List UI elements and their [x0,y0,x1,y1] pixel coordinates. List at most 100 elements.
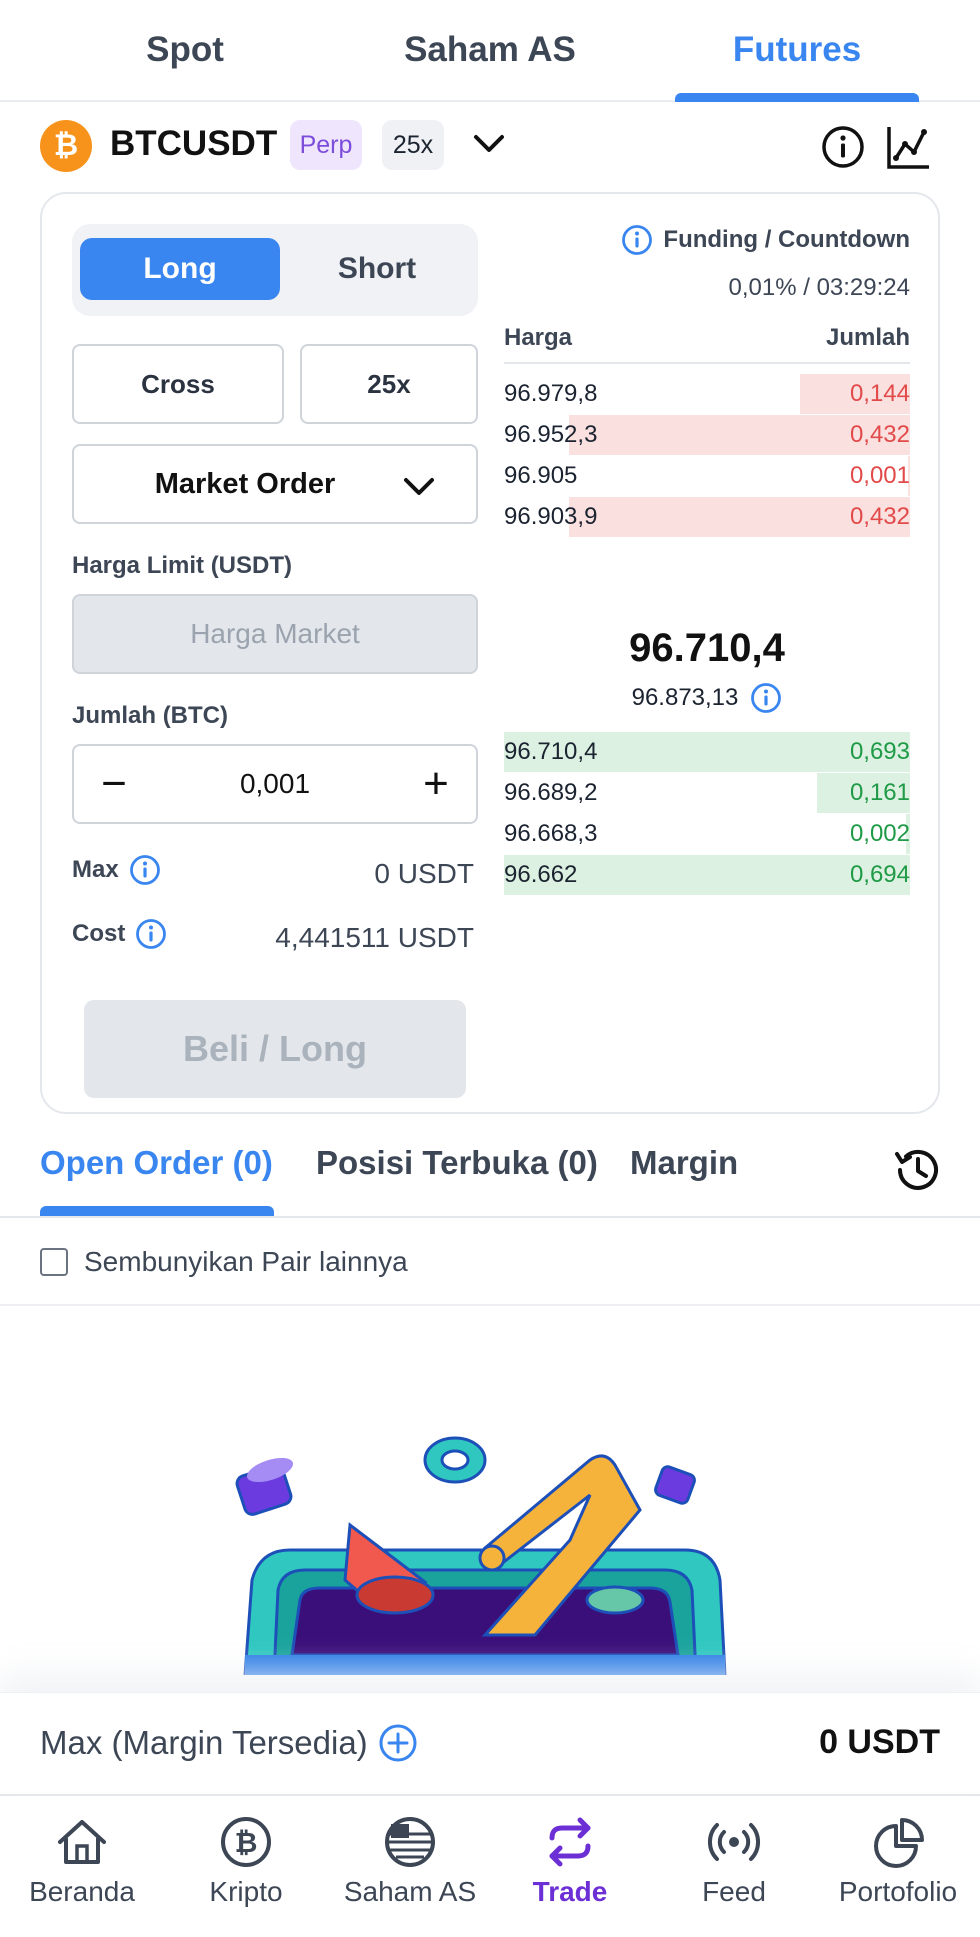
ask-row[interactable]: 96.952,3 0,432 [504,415,910,455]
leverage-button[interactable]: 25x [300,344,478,424]
bid-row[interactable]: 96.689,2 0,161 [504,773,910,813]
info-icon[interactable] [129,854,161,886]
bottom-navigation: Beranda ₿ Kripto Saham AS Trade Feed Por… [0,1794,980,1937]
tab-active-indicator [675,93,919,102]
info-icon[interactable] [135,918,167,950]
info-icon[interactable] [820,124,866,170]
decrease-button[interactable]: − [86,756,142,812]
chevron-down-icon[interactable] [472,132,506,156]
nav-portofolio[interactable]: Portofolio [818,1814,978,1908]
buy-long-button[interactable]: Beli / Long [84,1000,466,1098]
mark-price-row: 96.873,13 [504,682,910,714]
add-circle-icon[interactable] [378,1723,418,1763]
pie-chart-icon [874,1818,924,1868]
funding-value: 0,01% / 03:29:24 [728,274,910,301]
limit-price-label: Harga Limit (USDT) [72,552,293,579]
chevron-down-icon [404,478,434,495]
funding-header: Funding / Countdown [621,224,910,256]
bid-qty: 0,693 [849,738,910,765]
quantity-input[interactable]: 0,001 [164,746,386,822]
ask-qty: 0,432 [849,421,910,448]
hide-other-pairs-row: Sembunyikan Pair lainnya [0,1220,980,1306]
info-icon[interactable] [750,682,782,714]
ask-price: 96.903,9 [504,503,598,530]
bid-price: 96.710,4 [504,738,598,765]
order-type-label: Market Order [154,467,336,500]
tab-active-indicator [40,1206,274,1216]
bid-price: 96.689,2 [504,779,598,806]
max-margin-bar: Max (Margin Tersedia) 0 USDT [0,1692,980,1792]
trade-card: Long Short Cross 25x Market Order Harga … [40,192,940,1114]
tab-spot[interactable]: Spot [40,0,330,100]
history-icon[interactable] [892,1144,944,1196]
max-margin-value: 0 USDT [819,1723,940,1761]
quantity-stepper: − 0,001 + [72,744,478,824]
nav-kripto-label: Kripto [209,1876,283,1907]
nav-saham-as[interactable]: Saham AS [330,1814,490,1908]
cost-label: Cost [72,920,126,947]
bid-row[interactable]: 96.710,4 0,693 [504,732,910,772]
ask-price: 96.979,8 [504,380,598,407]
long-button[interactable]: Long [80,238,280,300]
info-icon[interactable] [621,224,653,256]
nav-feed[interactable]: Feed [654,1814,814,1908]
nav-trade[interactable]: Trade [490,1814,650,1908]
nav-beranda[interactable]: Beranda [2,1814,162,1908]
order-type-select[interactable]: Market Order [72,444,478,524]
limit-price-input[interactable]: Harga Market [72,594,478,674]
ask-row[interactable]: 96.905 0,001 [504,456,910,496]
increase-button[interactable]: + [408,756,464,812]
mark-price: 96.873,13 [631,684,739,711]
cost-value: 4,441511 USDT [275,922,474,953]
order-tabs: Open Order (0) Posisi Terbuka (0) Margin [0,1114,980,1218]
bitcoin-icon: ₿ [221,1817,271,1867]
pair-header: ₿ BTCUSDT Perp 25x [0,102,980,192]
leverage-badge: 25x [382,120,444,170]
ask-price: 96.905 [504,462,578,489]
bid-price: 96.662 [504,861,578,888]
qty-column-header: Jumlah [825,324,910,351]
nav-kripto[interactable]: ₿ Kripto [166,1814,326,1908]
ask-qty: 0,001 [849,462,910,489]
market-tabs: Spot Saham AS Futures [0,0,980,102]
tab-open-order[interactable]: Open Order (0) [40,1144,273,1182]
max-row-label: Max [72,854,161,886]
price-column-header: Harga [504,324,573,351]
ask-row[interactable]: 96.903,9 0,432 [504,497,910,537]
perp-badge: Perp [290,120,362,170]
tab-saham-as[interactable]: Saham AS [345,0,635,100]
max-margin-label: Max (Margin Tersedia) [40,1724,368,1761]
side-toggle: Long Short [72,224,478,316]
broadcast-icon [707,1823,761,1861]
svg-text:₿: ₿ [235,1826,258,1859]
hide-other-pairs-checkbox[interactable] [40,1248,68,1276]
cost-row-label: Cost [72,918,167,950]
short-button[interactable]: Short [284,238,470,300]
home-icon [58,1820,106,1864]
hide-other-pairs-label: Sembunyikan Pair lainnya [84,1246,408,1277]
ask-price: 96.952,3 [504,421,598,448]
nav-trade-label: Trade [532,1876,608,1907]
tab-open-positions[interactable]: Posisi Terbuka (0) [316,1144,598,1182]
max-value: 0 USDT [374,858,474,889]
bid-qty: 0,694 [849,861,910,888]
empty-state-illustration [235,1436,727,1675]
margin-mode-button[interactable]: Cross [72,344,284,424]
nav-beranda-label: Beranda [29,1876,135,1907]
orderbook-header: Harga Jumlah [504,324,910,364]
ask-row[interactable]: 96.979,8 0,144 [504,374,910,414]
pair-name[interactable]: BTCUSDT [110,124,277,164]
bid-row[interactable]: 96.662 0,694 [504,855,910,895]
us-flag-icon [385,1817,435,1867]
max-margin-label-row: Max (Margin Tersedia) [40,1723,418,1763]
nav-feed-label: Feed [702,1876,766,1907]
swap-icon [549,1817,591,1867]
bid-row[interactable]: 96.668,3 0,002 [504,814,910,854]
tab-margin[interactable]: Margin [630,1144,738,1182]
bid-qty: 0,002 [849,820,910,847]
bitcoin-logo-icon: ₿ [40,120,92,172]
chart-icon[interactable] [886,124,932,170]
tab-futures[interactable]: Futures [675,0,919,102]
bid-price: 96.668,3 [504,820,598,847]
ask-qty: 0,432 [849,503,910,530]
